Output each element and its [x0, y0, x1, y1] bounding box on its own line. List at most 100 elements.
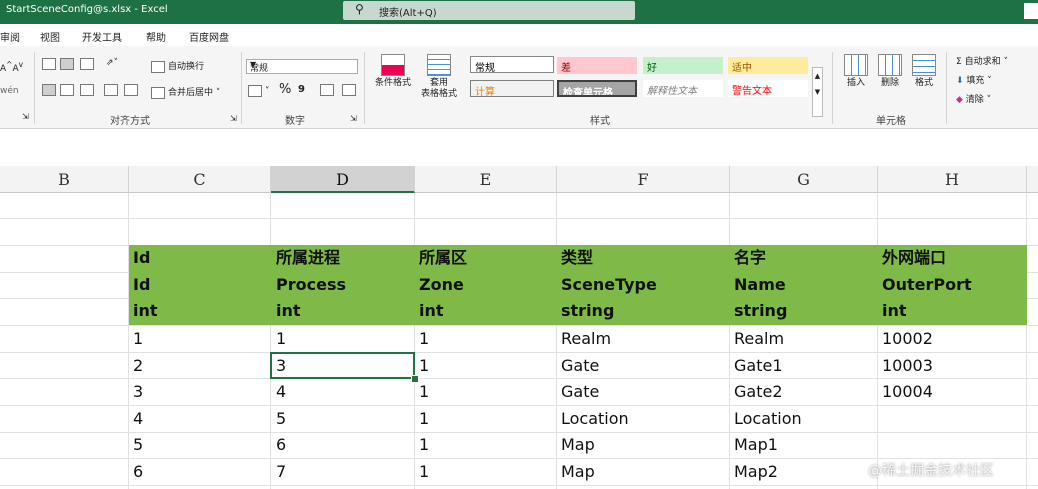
cell-style-normal[interactable]: 常规 — [470, 56, 554, 73]
column-header-c[interactable]: C — [129, 166, 271, 193]
data-cell-d[interactable]: 1 — [276, 329, 286, 349]
clear-button[interactable]: ◆ 清除 ˅ — [956, 92, 991, 105]
data-cell-e[interactable]: 1 — [419, 329, 429, 349]
data-cell-e[interactable]: 1 — [419, 356, 429, 376]
tab-help[interactable]: 帮助 — [146, 29, 166, 44]
data-cell-h[interactable]: 10003 — [882, 356, 933, 376]
cell-style-neutral[interactable]: 适中 — [728, 57, 808, 74]
data-cell-c[interactable]: 3 — [133, 382, 143, 402]
header-cell-h[interactable]: int — [882, 301, 907, 321]
data-cell-d[interactable]: 5 — [276, 409, 286, 429]
column-header-i[interactable] — [1027, 166, 1038, 193]
data-cell-f[interactable]: Gate — [561, 356, 599, 376]
data-cell-e[interactable]: 1 — [419, 462, 429, 482]
account-icon[interactable] — [1024, 3, 1038, 19]
increase-indent-icon[interactable] — [124, 84, 141, 96]
header-cell-e[interactable]: int — [419, 301, 444, 321]
cell-style-explanatory[interactable]: 解释性文本 — [643, 80, 723, 97]
align-center-icon[interactable] — [60, 84, 77, 96]
data-cell-f[interactable]: Map — [561, 462, 595, 482]
data-cell-c[interactable]: 1 — [133, 329, 143, 349]
header-cell-d[interactable]: int — [276, 301, 301, 321]
accounting-format-icon[interactable]: ˅ — [248, 85, 270, 97]
decrease-indent-icon[interactable] — [104, 84, 121, 96]
search-box[interactable]: ⚲ 搜索(Alt+Q) — [343, 1, 635, 20]
delete-cells-button[interactable]: 删除 — [874, 54, 906, 89]
percent-style-button[interactable]: % — [279, 82, 291, 97]
fill-handle[interactable] — [411, 375, 419, 383]
data-cell-c[interactable]: 4 — [133, 409, 143, 429]
merge-center-button[interactable]: 合并后居中 ˅ — [151, 85, 220, 99]
fill-button[interactable]: ⬇ 填充 ˅ — [956, 73, 992, 86]
data-cell-e[interactable]: 1 — [419, 382, 429, 402]
data-cell-f[interactable]: Location — [561, 409, 629, 429]
tab-developer[interactable]: 开发工具 — [82, 29, 122, 44]
wrap-text-button[interactable]: 自动换行 — [151, 59, 204, 73]
data-cell-e[interactable]: 1 — [419, 435, 429, 455]
align-bottom-icon[interactable] — [80, 58, 97, 70]
format-as-table-button[interactable]: 套用 表格格式 — [416, 54, 462, 100]
data-cell-c[interactable]: 2 — [133, 356, 143, 376]
data-cell-g[interactable]: Map2 — [734, 462, 778, 482]
align-top-icon[interactable] — [42, 58, 59, 70]
header-cell-e[interactable]: 所属区 — [419, 248, 467, 268]
header-cell-g[interactable]: 名字 — [734, 248, 766, 268]
column-header-d[interactable]: D — [271, 166, 415, 193]
comma-style-icon[interactable]: 9 — [298, 84, 305, 95]
data-cell-c[interactable]: 6 — [133, 462, 143, 482]
cell-style-warning[interactable]: 警告文本 — [728, 80, 808, 97]
increase-decimal-icon[interactable] — [320, 84, 337, 96]
align-middle-icon[interactable] — [60, 58, 77, 70]
data-cell-g[interactable]: Gate2 — [734, 382, 783, 402]
tab-review[interactable]: 审阅 — [0, 29, 20, 44]
column-header-e[interactable]: E — [415, 166, 557, 193]
header-cell-c[interactable]: int — [133, 301, 158, 321]
tab-baidu-netdisk[interactable]: 百度网盘 — [189, 29, 229, 44]
header-cell-g[interactable]: Name — [734, 275, 786, 295]
orientation-icon[interactable]: ⇗˅ — [106, 58, 118, 68]
header-cell-c[interactable]: Id — [133, 248, 150, 268]
active-cell-selection[interactable] — [270, 352, 415, 379]
worksheet-grid[interactable]: Id 所属进程 所属区 类型 名字 外网端口 Id Process Zone SceneType N… — [0, 193, 1038, 489]
format-cells-button[interactable]: 格式 — [908, 54, 940, 89]
number-dialog-launcher-icon[interactable]: ⇲ — [350, 114, 357, 123]
column-header-g[interactable]: G — [730, 166, 878, 193]
header-cell-h[interactable]: OuterPort — [882, 275, 972, 295]
data-cell-g[interactable]: Map1 — [734, 435, 778, 455]
column-header-b[interactable]: B — [0, 166, 129, 193]
data-cell-f[interactable]: Realm — [561, 329, 611, 349]
phonetic-icon[interactable]: wén — [0, 86, 19, 96]
header-cell-d[interactable]: 所属进程 — [276, 248, 340, 268]
data-cell-d[interactable]: 4 — [276, 382, 286, 402]
align-left-icon[interactable] — [42, 84, 59, 96]
data-cell-f[interactable]: Gate — [561, 382, 599, 402]
header-cell-e[interactable]: Zone — [419, 275, 464, 295]
alignment-dialog-launcher-icon[interactable]: ⇲ — [230, 114, 237, 123]
data-cell-g[interactable]: Location — [734, 409, 802, 429]
cell-style-check-cell[interactable]: 检查单元格 — [557, 80, 637, 97]
decrease-decimal-icon[interactable] — [342, 84, 359, 96]
header-cell-h[interactable]: 外网端口 — [882, 248, 946, 268]
data-cell-h[interactable]: 10004 — [882, 382, 933, 402]
cell-style-bad[interactable]: 差 — [557, 57, 637, 74]
autosum-button[interactable]: Σ 自动求和 ˅ — [956, 54, 1008, 67]
column-header-f[interactable]: F — [557, 166, 730, 193]
tab-view[interactable]: 视图 — [40, 29, 60, 44]
data-cell-h[interactable]: 10002 — [882, 329, 933, 349]
data-cell-c[interactable]: 5 — [133, 435, 143, 455]
font-size-icon[interactable]: A^Av — [0, 60, 23, 74]
align-right-icon[interactable] — [80, 84, 97, 96]
header-cell-f[interactable]: string — [561, 301, 614, 321]
insert-cells-button[interactable]: 插入 — [840, 54, 872, 89]
header-cell-f[interactable]: SceneType — [561, 275, 657, 295]
header-cell-c[interactable]: Id — [133, 275, 150, 295]
cell-style-good[interactable]: 好 — [643, 57, 723, 74]
font-dialog-launcher-icon[interactable]: ⇲ — [22, 112, 29, 121]
data-cell-f[interactable]: Map — [561, 435, 595, 455]
header-cell-d[interactable]: Process — [276, 275, 346, 295]
conditional-format-button[interactable]: 条件格式 — [372, 54, 414, 89]
styles-gallery-scroll[interactable]: ▲ ▼ — [812, 67, 823, 117]
data-cell-g[interactable]: Gate1 — [734, 356, 783, 376]
cell-style-calculation[interactable]: 计算 — [470, 80, 554, 97]
header-cell-g[interactable]: string — [734, 301, 787, 321]
